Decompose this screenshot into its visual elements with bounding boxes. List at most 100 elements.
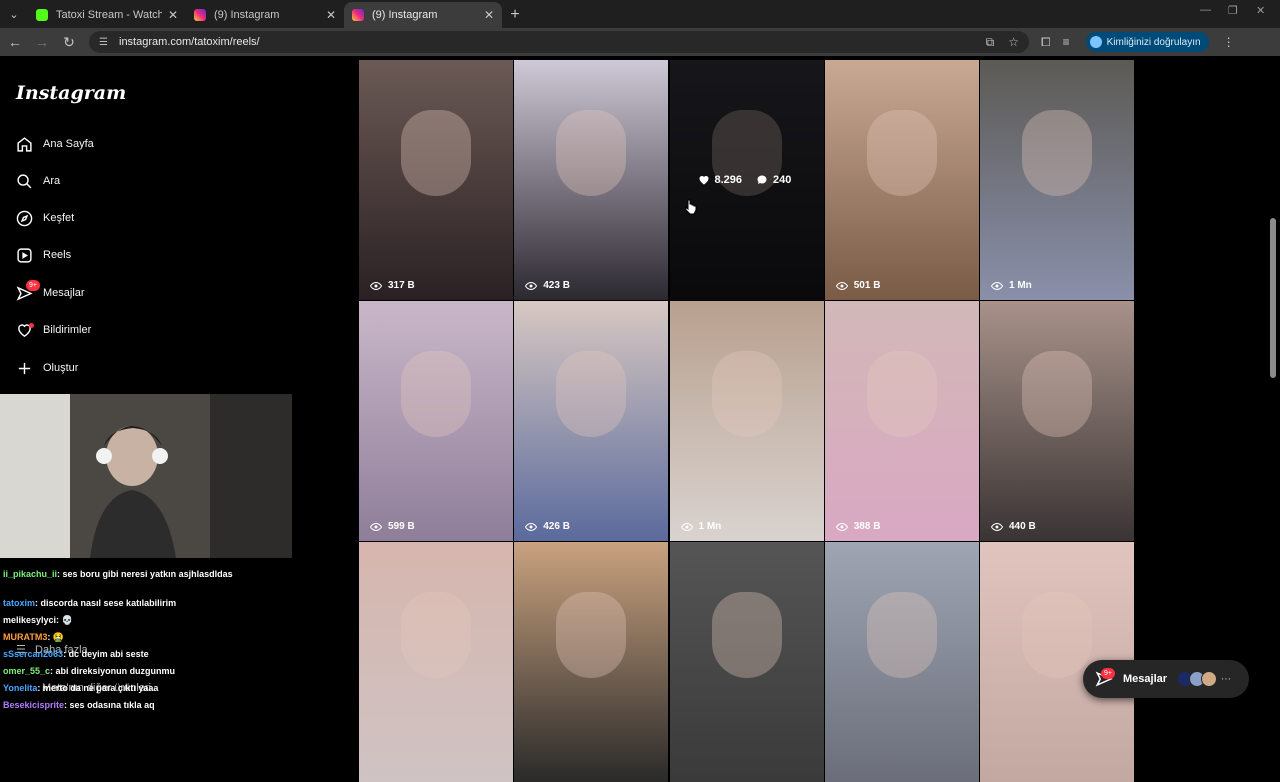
media-control-icon[interactable]: ≡: [1063, 35, 1070, 49]
browser-tab-instagram-active[interactable]: (9) Instagram ✕: [344, 2, 502, 28]
sidebar-item-label: Bildirimler: [43, 324, 92, 336]
reel-view-count: 1 Mn: [991, 280, 1032, 291]
eye-icon: [370, 522, 382, 531]
views-text: 388 B: [853, 521, 881, 532]
tab-title: Tatoxi Stream - Watch Live on K: [56, 9, 162, 21]
reel-thumbnail: [401, 592, 471, 678]
reel-thumbnail: [866, 351, 937, 437]
reel-tile[interactable]: 426 B: [514, 301, 669, 541]
reel-thumbnail: [556, 592, 627, 678]
close-tab-icon[interactable]: ✕: [484, 8, 494, 22]
sidebar-item-notifications[interactable]: Bildirimler: [16, 317, 91, 343]
url-text: instagram.com/tatoxim/reels/: [119, 36, 260, 48]
bookmark-star-icon[interactable]: ☆: [1008, 35, 1019, 49]
chat-message: MURATM3: 🤮: [3, 632, 65, 642]
chat-username: MURATM3: [3, 632, 48, 642]
chat-message: Yonelita: merto da ne para çıktı yaaa: [3, 683, 159, 693]
sidebar-item-home[interactable]: Ana Sayfa: [16, 131, 94, 157]
close-window-icon[interactable]: ✕: [1256, 4, 1265, 17]
chat-message: Besekicisprite: ses odasına tıkla aq: [3, 700, 155, 710]
site-info-icon[interactable]: ☰: [99, 37, 111, 48]
chat-message: tatoxim: discorda nasıl sese katılabilir…: [3, 598, 177, 608]
profile-avatar-icon: [1089, 36, 1102, 48]
reel-thumbnail: [711, 592, 782, 678]
reel-tile[interactable]: [359, 542, 513, 782]
chat-username: melikesylyci: [3, 615, 57, 625]
chat-message: melikesylyci: 💀: [3, 615, 73, 625]
sidebar-item-label: Mesajlar: [43, 287, 85, 299]
chat-text: 💀: [61, 615, 73, 625]
chat-text: abi direksiyonun duzgunmu: [55, 666, 176, 676]
tab-search-button[interactable]: ⌄: [0, 0, 28, 28]
eye-icon: [991, 522, 1003, 531]
reel-tile[interactable]: 599 B: [359, 301, 513, 541]
reel-tile[interactable]: 440 B: [980, 301, 1134, 541]
verify-label: Kimliğinizi doğrulayın: [1106, 36, 1201, 48]
reel-thumbnail: [866, 110, 937, 196]
reel-tile[interactable]: 1 Mn: [980, 60, 1134, 300]
reel-tile[interactable]: 423 B: [514, 60, 669, 300]
reel-thumbnail: [401, 351, 471, 437]
messages-button[interactable]: 9+ Mesajlar ⋯: [1083, 660, 1249, 698]
kick-favicon-icon: [36, 9, 48, 21]
chat-username: sSsercan2063: [3, 649, 64, 659]
chat-message: sSsercan2063: dc deyim abi seste: [3, 649, 149, 659]
reel-tile[interactable]: [669, 542, 824, 782]
cast-icon[interactable]: ⧉: [986, 35, 995, 50]
reel-view-count: 388 B: [835, 521, 881, 532]
reel-tile[interactable]: 1 Mn: [669, 301, 824, 541]
verify-identity-button[interactable]: Kimliğinizi doğrulayın: [1085, 32, 1209, 52]
page-scrollbar[interactable]: [1270, 60, 1276, 714]
sidebar-item-label: Oluştur: [43, 362, 79, 374]
chat-username: Yonelita: [3, 683, 38, 693]
browser-tab-strip: ⌄ Tatoxi Stream - Watch Live on K ✕ (9) …: [0, 0, 1280, 28]
reel-tile[interactable]: 388 B: [824, 301, 979, 541]
reload-button[interactable]: ↻: [57, 30, 81, 54]
notification-badge: 9+: [26, 279, 40, 291]
sidebar-item-messages[interactable]: 9+ Mesajlar: [16, 279, 85, 306]
sidebar-item-explore[interactable]: Keşfet: [16, 205, 74, 231]
reel-tile[interactable]: 501 B: [824, 60, 979, 300]
sidebar-item-reels[interactable]: Reels: [16, 242, 71, 268]
webcam-overlay: [0, 394, 292, 558]
reel-view-count: 426 B: [525, 521, 570, 532]
sidebar-item-label: Keşfet: [43, 212, 75, 224]
heart-icon: [16, 322, 34, 339]
heart-icon: [699, 176, 708, 185]
browser-menu-icon[interactable]: ⋮: [1223, 35, 1235, 49]
reel-tile[interactable]: 8.296 240: [669, 60, 824, 300]
reel-thumbnail: [866, 592, 937, 678]
sidebar-item-label: Reels: [43, 249, 72, 261]
chat-text: ses boru gibi neresi yatkın asjhlasdldas: [62, 569, 233, 579]
new-tab-button[interactable]: +: [502, 2, 528, 28]
reel-thumbnail: [401, 110, 471, 196]
reel-tile[interactable]: 317 B: [359, 60, 513, 300]
views-text: 1 Mn: [698, 521, 722, 532]
minimize-icon[interactable]: —: [1200, 4, 1211, 16]
sidebar-item-label: Ara: [43, 175, 61, 187]
address-bar[interactable]: ☰ instagram.com/tatoxim/reels/ ⧉ ☆: [89, 31, 1029, 53]
reel-thumbnail: [1022, 351, 1092, 437]
restore-icon[interactable]: ❐: [1228, 4, 1238, 17]
close-tab-icon[interactable]: ✕: [168, 8, 178, 22]
tab-title: (9) Instagram: [372, 9, 438, 21]
notification-dot: [29, 322, 34, 328]
home-icon: [16, 136, 33, 153]
reel-tile[interactable]: [824, 542, 979, 782]
forward-button[interactable]: →: [30, 30, 54, 54]
sidebar-item-create[interactable]: Oluştur: [16, 355, 78, 381]
reel-tile[interactable]: [514, 542, 669, 782]
reel-view-count: 599 B: [370, 521, 415, 532]
extensions-icon[interactable]: ⧠: [1041, 35, 1051, 50]
browser-tab-instagram[interactable]: (9) Instagram ✕: [186, 2, 344, 28]
comment-icon: [757, 175, 767, 184]
instagram-logo[interactable]: Instagram: [16, 82, 126, 104]
chat-text: merto da ne para çıktı yaaa: [42, 683, 159, 693]
scrollbar-thumb[interactable]: [1270, 218, 1276, 378]
close-tab-icon[interactable]: ✕: [326, 8, 336, 22]
back-button[interactable]: ←: [3, 30, 27, 54]
sidebar-item-search[interactable]: Ara: [16, 168, 60, 194]
reel-view-count: 440 B: [991, 521, 1036, 532]
comments-count: 240: [773, 174, 792, 186]
browser-tab-kick[interactable]: Tatoxi Stream - Watch Live on K ✕: [28, 2, 186, 28]
